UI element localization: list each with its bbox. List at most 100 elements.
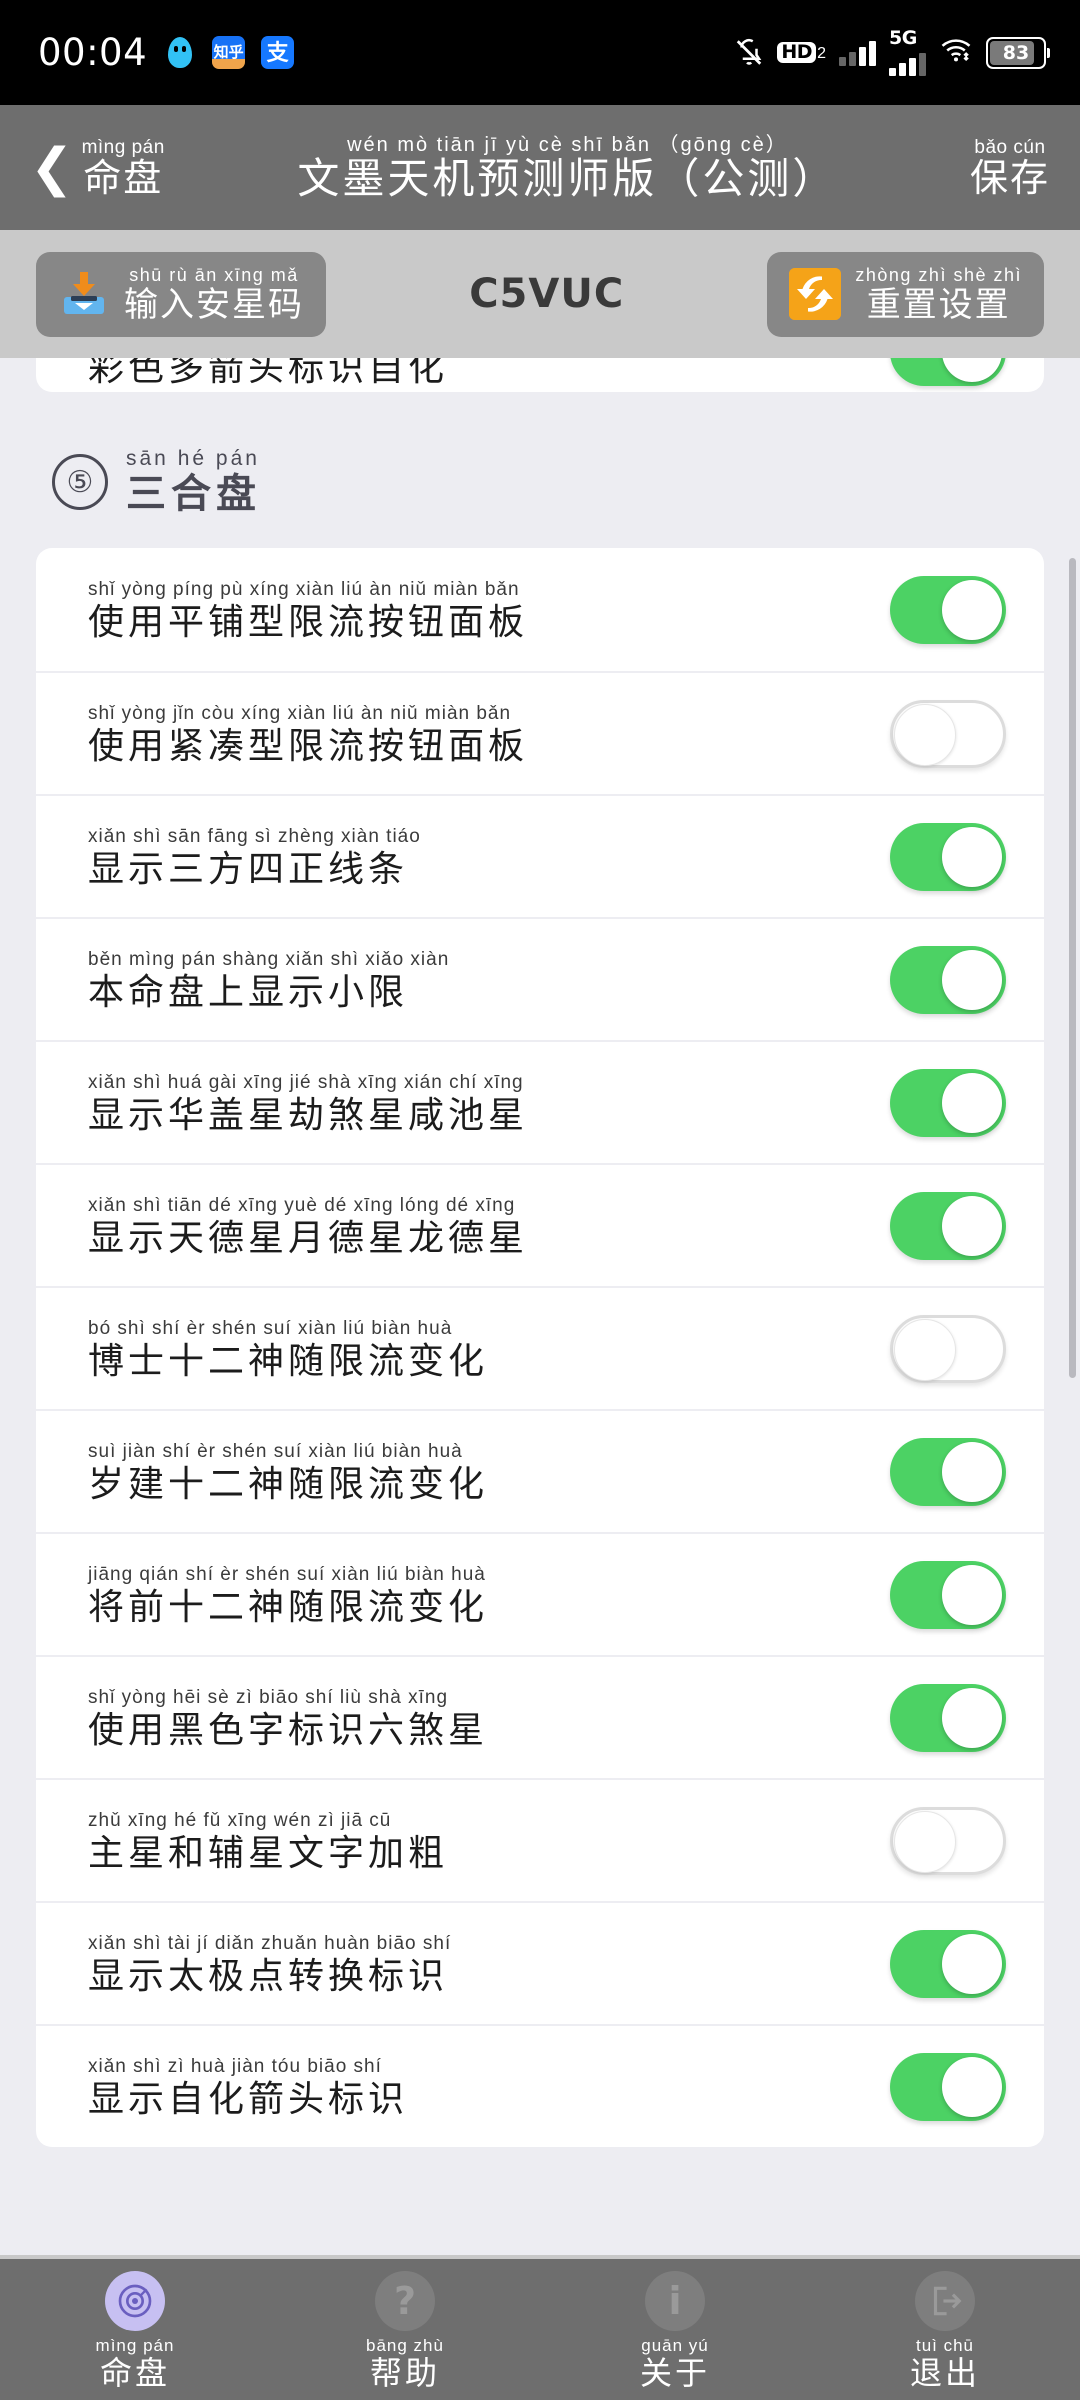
setting-pinyin: xiǎn shì sān fāng sì zhèng xiàn tiáo bbox=[88, 825, 421, 847]
setting-label-group: xiǎn shì sān fāng sì zhèng xiàn tiáo 显示三方… bbox=[88, 827, 421, 887]
nav-pinyin: mìng pán bbox=[95, 2335, 175, 2355]
setting-toggle[interactable] bbox=[890, 699, 1006, 768]
hd-sub-label: 2 bbox=[817, 45, 826, 63]
signal-bars-icon-2 bbox=[889, 50, 926, 76]
status-bar-right: HD 2 5G 83 bbox=[734, 29, 1050, 76]
setting-label-group: shǐ yòng hēi sè zì biāo shí liù shà xīng… bbox=[88, 1688, 488, 1748]
nav-pinyin: bāng zhù bbox=[366, 2335, 444, 2355]
table-row[interactable]: shǐ yòng hēi sè zì biāo shí liù shà xīng… bbox=[36, 1655, 1044, 1778]
setting-label: 使用平铺型限流按钮面板 bbox=[88, 600, 529, 642]
setting-pinyin: xiǎn shì tài jí diǎn zhuǎn huàn biāo shí bbox=[88, 1932, 452, 1954]
table-row[interactable]: xiǎn shì zì huà jiàn tóu biāo shí 显示自化箭头标… bbox=[36, 2024, 1044, 2147]
table-row[interactable]: shǐ yòng píng pù xíng xiàn liú àn niǔ mi… bbox=[36, 548, 1044, 671]
nav-label: 命盘 bbox=[99, 2354, 170, 2391]
nav-label: 关于 bbox=[639, 2354, 710, 2391]
table-row[interactable]: jiāng qián shí èr shén suí xiàn liú biàn… bbox=[36, 1532, 1044, 1655]
setting-label: 显示太极点转换标识 bbox=[88, 1954, 449, 1996]
info-icon: i bbox=[645, 2270, 705, 2331]
save-button[interactable]: bǎo cún 保存 bbox=[970, 138, 1050, 198]
setting-toggle[interactable] bbox=[890, 1314, 1006, 1383]
nav-pinyin: tuì chū bbox=[915, 2335, 975, 2355]
nav-item-命盘[interactable]: mìng pán 命盘 bbox=[0, 2270, 270, 2391]
setting-toggle[interactable] bbox=[890, 1929, 1006, 1998]
previous-section-card: 彩色多箭头标识自化 bbox=[36, 358, 1044, 392]
setting-label: 彩色多箭头标识自化 bbox=[88, 358, 449, 388]
back-button[interactable]: ❮ mìng pán 命盘 bbox=[30, 138, 165, 198]
page-title-pinyin: wén mò tiān jī yù cè shī bǎn （gōng cè） bbox=[347, 134, 788, 156]
nav-item-退出[interactable]: tuì chū 退出 bbox=[810, 2270, 1080, 2391]
section-number: ⑤ bbox=[52, 454, 108, 510]
battery-level-label: 83 bbox=[1002, 41, 1030, 64]
compass-chart-icon bbox=[105, 2270, 165, 2331]
setting-toggle[interactable] bbox=[890, 1806, 1006, 1875]
nav-pinyin: guān yú bbox=[641, 2335, 709, 2355]
nav-item-关于[interactable]: i guān yú 关于 bbox=[540, 2270, 810, 2391]
setting-label-group: xiǎn shì tiān dé xīng yuè dé xīng lóng d… bbox=[88, 1196, 528, 1256]
question-help-icon: ? bbox=[375, 2270, 435, 2331]
status-bar-left: 00:04 知乎 支 bbox=[38, 31, 295, 74]
settings-scroll-area[interactable]: 彩色多箭头标识自化 ⑤ sān hé pán 三合盘 shǐ yòng píng… bbox=[0, 358, 1080, 2255]
nav-label: 退出 bbox=[909, 2354, 980, 2391]
setting-pinyin: bó shì shí èr shén suí xiàn liú biàn huà bbox=[88, 1317, 453, 1339]
setting-toggle[interactable] bbox=[890, 2052, 1006, 2121]
back-button-label: mìng pán 命盘 bbox=[82, 138, 165, 198]
setting-pinyin: shǐ yòng jǐn còu xíng xiàn liú àn niǔ mi… bbox=[88, 702, 512, 724]
setting-toggle[interactable] bbox=[890, 575, 1006, 644]
wifi-icon bbox=[939, 37, 973, 69]
import-star-code-button[interactable]: shū rù ān xīng mǎ 输入安星码 bbox=[36, 251, 326, 337]
setting-label: 使用紧凑型限流按钮面板 bbox=[88, 724, 529, 766]
setting-label: 主星和辅星文字加粗 bbox=[88, 1831, 449, 1873]
page-title-label: 文墨天机预测师版（公测） bbox=[297, 155, 838, 202]
table-row[interactable]: suì jiàn shí èr shén suí xiàn liú biàn h… bbox=[36, 1409, 1044, 1532]
setting-label-group: xiǎn shì huá gài xīng jié shà xīng xián … bbox=[88, 1073, 528, 1133]
import-label: 输入安星码 bbox=[124, 286, 304, 324]
setting-pinyin: xiǎn shì zì huà jiàn tóu biāo shí bbox=[88, 2055, 382, 2077]
settings-list: 彩色多箭头标识自化 ⑤ sān hé pán 三合盘 shǐ yòng píng… bbox=[0, 358, 1080, 2255]
setting-pinyin: zhǔ xīng hé fǔ xīng wén zì jiā cū bbox=[88, 1809, 392, 1831]
setting-toggle[interactable] bbox=[890, 1683, 1006, 1752]
setting-toggle[interactable] bbox=[890, 945, 1006, 1014]
table-row[interactable]: xiǎn shì huá gài xīng jié shà xīng xián … bbox=[36, 1040, 1044, 1163]
setting-toggle[interactable] bbox=[890, 1437, 1006, 1506]
setting-label-group: jiāng qián shí èr shén suí xiàn liú biàn… bbox=[88, 1565, 488, 1625]
setting-toggle[interactable] bbox=[890, 1068, 1006, 1137]
table-row[interactable]: zhǔ xīng hé fǔ xīng wén zì jiā cū 主星和辅星文字… bbox=[36, 1778, 1044, 1901]
save-label: 保存 bbox=[969, 157, 1050, 200]
reset-swap-icon bbox=[789, 268, 842, 320]
table-row[interactable]: 彩色多箭头标识自化 bbox=[36, 358, 1044, 392]
table-row[interactable]: bó shì shí èr shén suí xiàn liú biàn huà… bbox=[36, 1286, 1044, 1409]
setting-toggle[interactable] bbox=[890, 1560, 1006, 1629]
section-title: 三合盘 bbox=[126, 472, 261, 516]
setting-label: 本命盘上显示小限 bbox=[88, 970, 409, 1012]
zhihu-icon: 知乎 bbox=[212, 36, 246, 69]
reset-label: 重置设置 bbox=[866, 286, 1011, 324]
setting-label: 使用黑色字标识六煞星 bbox=[88, 1708, 489, 1750]
hd-label: HD bbox=[777, 41, 817, 64]
section-pinyin: sān hé pán bbox=[126, 447, 260, 470]
setting-toggle[interactable] bbox=[890, 1191, 1006, 1260]
setting-label-group: zhǔ xīng hé fǔ xīng wén zì jiā cū 主星和辅星文字… bbox=[88, 1811, 448, 1871]
reset-pinyin: zhòng zhì shè zhì bbox=[855, 265, 1022, 285]
setting-label: 显示自化箭头标识 bbox=[88, 2077, 409, 2119]
table-row[interactable]: shǐ yòng jǐn còu xíng xiàn liú àn niǔ mi… bbox=[36, 671, 1044, 794]
back-pinyin: mìng pán bbox=[81, 136, 165, 158]
setting-label: 显示三方四正线条 bbox=[88, 847, 409, 889]
setting-toggle[interactable] bbox=[890, 822, 1006, 891]
qq-icon bbox=[163, 36, 197, 69]
network-type-icon: 5G bbox=[889, 29, 926, 76]
table-row[interactable]: xiǎn shì tiān dé xīng yuè dé xīng lóng d… bbox=[36, 1163, 1044, 1286]
import-download-icon bbox=[58, 268, 110, 320]
table-row[interactable]: xiǎn shì tài jí diǎn zhuǎn huàn biāo shí… bbox=[36, 1901, 1044, 2024]
setting-toggle[interactable] bbox=[890, 358, 1006, 386]
action-toolbar: shū rù ān xīng mǎ 输入安星码 C5VUC zhòng zhì … bbox=[0, 230, 1080, 358]
section-header: ⑤ sān hé pán 三合盘 bbox=[0, 392, 1080, 548]
table-row[interactable]: xiǎn shì sān fāng sì zhèng xiàn tiáo 显示三方… bbox=[36, 794, 1044, 917]
nav-item-帮助[interactable]: ? bāng zhù 帮助 bbox=[270, 2270, 540, 2389]
bell-off-icon bbox=[734, 37, 764, 68]
setting-pinyin: běn mìng pán shàng xiǎn shì xiǎo xiàn bbox=[88, 948, 450, 970]
table-row[interactable]: běn mìng pán shàng xiǎn shì xiǎo xiàn 本命盘… bbox=[36, 917, 1044, 1040]
reset-settings-button[interactable]: zhòng zhì shè zhì 重置设置 bbox=[767, 251, 1044, 337]
exit-logout-icon bbox=[915, 2270, 975, 2331]
star-code-value: C5VUC bbox=[469, 271, 625, 317]
scrollbar-thumb[interactable] bbox=[1069, 558, 1076, 1378]
